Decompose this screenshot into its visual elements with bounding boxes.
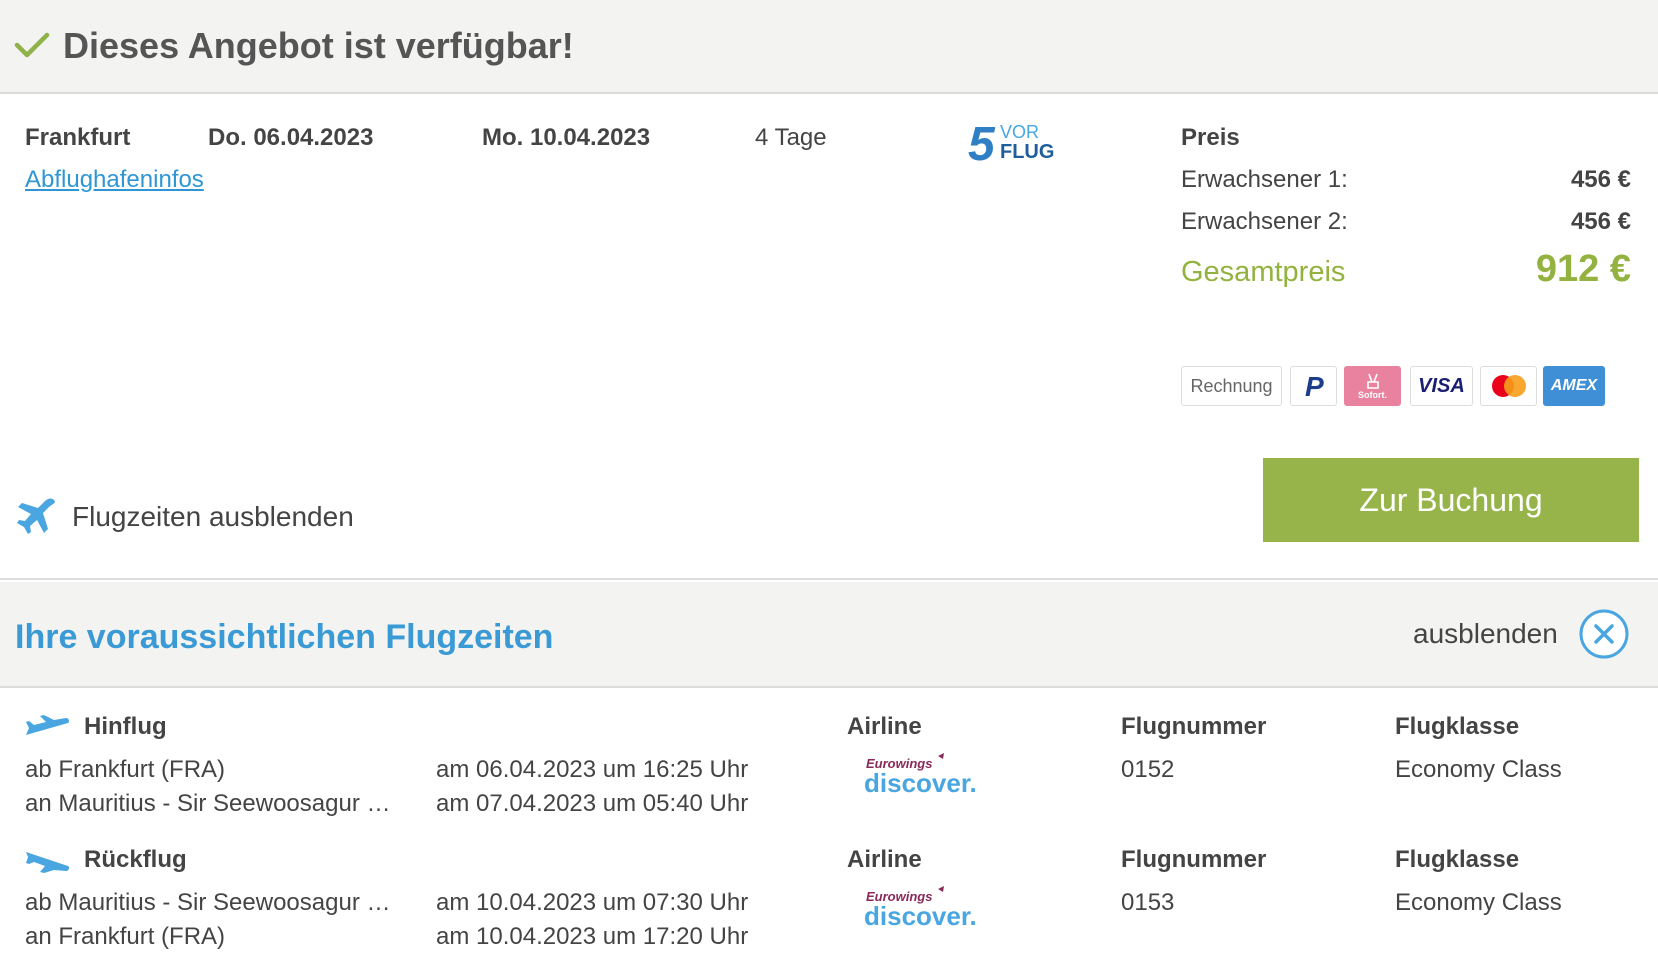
price-heading: Preis bbox=[1181, 124, 1240, 151]
mastercard-icon bbox=[1480, 366, 1537, 406]
return-flight-number-header: Flugnummer bbox=[1121, 846, 1267, 873]
adult-2-price: 456 € bbox=[1570, 208, 1631, 235]
return-flight-class-header: Flugklasse bbox=[1395, 846, 1520, 873]
price-row-adult-2: Erwachsener 2: 456 € bbox=[1181, 208, 1631, 236]
offer-section: Frankfurt Abflughafeninfos Do. 06.04.202… bbox=[0, 96, 1658, 580]
outbound-airline-header: Airline bbox=[847, 713, 922, 740]
availability-banner: Dieses Angebot ist verfügbar! bbox=[0, 0, 1658, 94]
total-label: Gesamtpreis bbox=[1181, 256, 1346, 288]
airport-info-link[interactable]: Abflughafeninfos bbox=[25, 166, 204, 194]
svg-text:discover.: discover. bbox=[864, 901, 977, 931]
visa-icon: VISA bbox=[1410, 366, 1473, 406]
logo-bottom: FLUG bbox=[1000, 141, 1054, 163]
return-label: Rückflug bbox=[84, 846, 187, 873]
return-airline-header: Airline bbox=[847, 846, 922, 873]
book-button[interactable]: Zur Buchung bbox=[1263, 458, 1639, 542]
hide-flight-times-link[interactable]: ausblenden bbox=[1413, 618, 1558, 650]
return-to: an Frankfurt (FRA) bbox=[25, 923, 226, 950]
paypal-icon: P bbox=[1290, 366, 1337, 406]
outbound-label: Hinflug bbox=[84, 713, 167, 740]
amex-icon: AMEX bbox=[1543, 366, 1605, 406]
price-row-total: Gesamtpreis 912 € bbox=[1181, 248, 1631, 290]
toggle-label: Flugzeiten ausblenden bbox=[72, 501, 354, 532]
flight-times-title: Ihre voraussichtlichen Flugzeiten bbox=[15, 618, 554, 656]
tour-operator-logo: 5 VOR FLUG bbox=[968, 118, 1054, 166]
outbound-arrival-time: am 07.04.2023 um 05:40 Uhr bbox=[436, 790, 749, 817]
svg-text:P: P bbox=[1305, 371, 1324, 401]
outbound-from: ab Frankfurt (FRA) bbox=[25, 756, 226, 783]
payment-rechnung: Rechnung bbox=[1181, 366, 1282, 406]
logo-number: 5 bbox=[968, 118, 996, 166]
total-price: 912 € bbox=[1535, 248, 1631, 290]
close-circle-icon[interactable] bbox=[1578, 608, 1630, 660]
eurowings-discover-logo: Eurowings discover. bbox=[864, 886, 977, 931]
return-flight-class: Economy Class bbox=[1395, 889, 1562, 916]
outbound-flight-number-header: Flugnummer bbox=[1121, 713, 1267, 740]
svg-text:discover.: discover. bbox=[864, 768, 977, 798]
adult-1-price: 456 € bbox=[1570, 166, 1631, 193]
return-date: Mo. 10.04.2023 bbox=[482, 124, 651, 151]
flight-times-header: Ihre voraussichtlichen Flugzeiten ausble… bbox=[0, 582, 1658, 688]
outbound-flight-class: Economy Class bbox=[1395, 756, 1562, 783]
sofort-icon: Sofort. bbox=[1344, 366, 1401, 406]
logo-top: VOR bbox=[1000, 122, 1039, 142]
trip-duration: 4 Tage bbox=[755, 124, 827, 151]
departure-city: Frankfurt bbox=[25, 124, 131, 151]
price-row-adult-1: Erwachsener 1: 456 € bbox=[1181, 166, 1631, 194]
return-arrival-time: am 10.04.2023 um 17:20 Uhr bbox=[436, 923, 749, 950]
return-flight-number: 0153 bbox=[1121, 889, 1175, 916]
airplane-icon bbox=[17, 498, 55, 534]
outbound-flight-number: 0152 bbox=[1121, 756, 1175, 783]
eurowings-discover-logo: Eurowings discover. bbox=[864, 753, 977, 798]
checkmark-icon bbox=[14, 32, 50, 58]
banner-title: Dieses Angebot ist verfügbar! bbox=[63, 25, 574, 66]
outbound-departure-time: am 06.04.2023 um 16:25 Uhr bbox=[436, 756, 749, 783]
adult-2-label: Erwachsener 2: bbox=[1181, 208, 1348, 235]
takeoff-icon bbox=[26, 715, 70, 735]
toggle-flight-times[interactable]: Flugzeiten ausblenden bbox=[14, 494, 354, 540]
outbound-to: an Mauritius - Sir Seewoosagur … bbox=[25, 790, 391, 817]
outbound-flight-class-header: Flugklasse bbox=[1395, 713, 1520, 740]
adult-1-label: Erwachsener 1: bbox=[1181, 166, 1348, 193]
return-departure-time: am 10.04.2023 um 07:30 Uhr bbox=[436, 889, 749, 916]
return-from: ab Mauritius - Sir Seewoosagur … bbox=[25, 889, 391, 916]
outbound-date: Do. 06.04.2023 bbox=[208, 124, 374, 151]
sofort-label: Sofort. bbox=[1358, 390, 1387, 400]
landing-icon bbox=[26, 852, 70, 873]
